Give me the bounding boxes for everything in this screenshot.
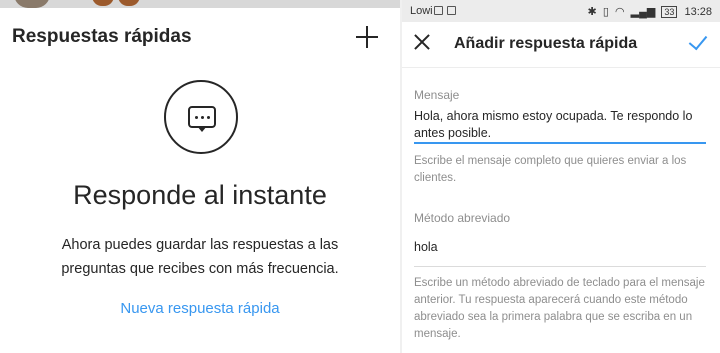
message-label: Mensaje bbox=[414, 88, 460, 102]
battery-icon: 33 bbox=[661, 6, 678, 18]
image-notification-icon bbox=[447, 6, 456, 15]
shortcut-field[interactable]: hola bbox=[414, 239, 706, 256]
shortcut-label: Método abreviado bbox=[414, 211, 511, 225]
new-quick-reply-link[interactable]: Nueva respuesta rápida bbox=[0, 300, 400, 317]
clock: 13:28 bbox=[684, 6, 712, 18]
bluetooth-icon: ✱ bbox=[587, 6, 597, 18]
vibrate-icon: ▯ bbox=[602, 6, 609, 18]
close-icon[interactable] bbox=[412, 32, 432, 52]
message-hint: Escribe el mensaje completo que quieres … bbox=[414, 155, 687, 184]
page-title: Añadir respuesta rápida bbox=[454, 35, 638, 52]
quick-replies-header: Respuestas rápidas bbox=[0, 8, 400, 64]
message-field-underline bbox=[414, 142, 706, 144]
signal-icon: ▂▄▆ bbox=[630, 6, 656, 18]
top-strip bbox=[0, 0, 400, 8]
chat-bubble-icon bbox=[164, 80, 238, 154]
hero-description: Ahora puedes guardar las respuestas a la… bbox=[61, 237, 339, 277]
status-indicators: ✱ ▯ ◠ ▂▄▆ 33 13:28 bbox=[588, 5, 712, 18]
hero-title: Responde al instante bbox=[73, 180, 327, 210]
add-reply-header: Añadir respuesta rápida bbox=[402, 22, 720, 68]
status-bar: Lowi ✱ ▯ ◠ ▂▄▆ 33 13:28 bbox=[402, 0, 720, 22]
checkmark-icon[interactable] bbox=[688, 32, 710, 52]
carrier-name: Lowi bbox=[410, 5, 433, 17]
quick-replies-screen: Respuestas rápidas Responde al instante … bbox=[0, 0, 400, 353]
shortcut-field-underline bbox=[414, 266, 706, 267]
message-field[interactable]: Hola, ahora mismo estoy ocupada. Te resp… bbox=[414, 108, 706, 142]
plus-icon[interactable] bbox=[352, 22, 382, 52]
add-quick-reply-screen: Lowi ✱ ▯ ◠ ▂▄▆ 33 13:28 Añadir respuesta… bbox=[402, 0, 720, 353]
page-title: Respuestas rápidas bbox=[12, 26, 192, 47]
shortcut-hint: Escribe un método abreviado de teclado p… bbox=[414, 277, 705, 340]
notification-icon bbox=[434, 6, 443, 15]
wifi-icon: ◠ bbox=[614, 6, 625, 18]
